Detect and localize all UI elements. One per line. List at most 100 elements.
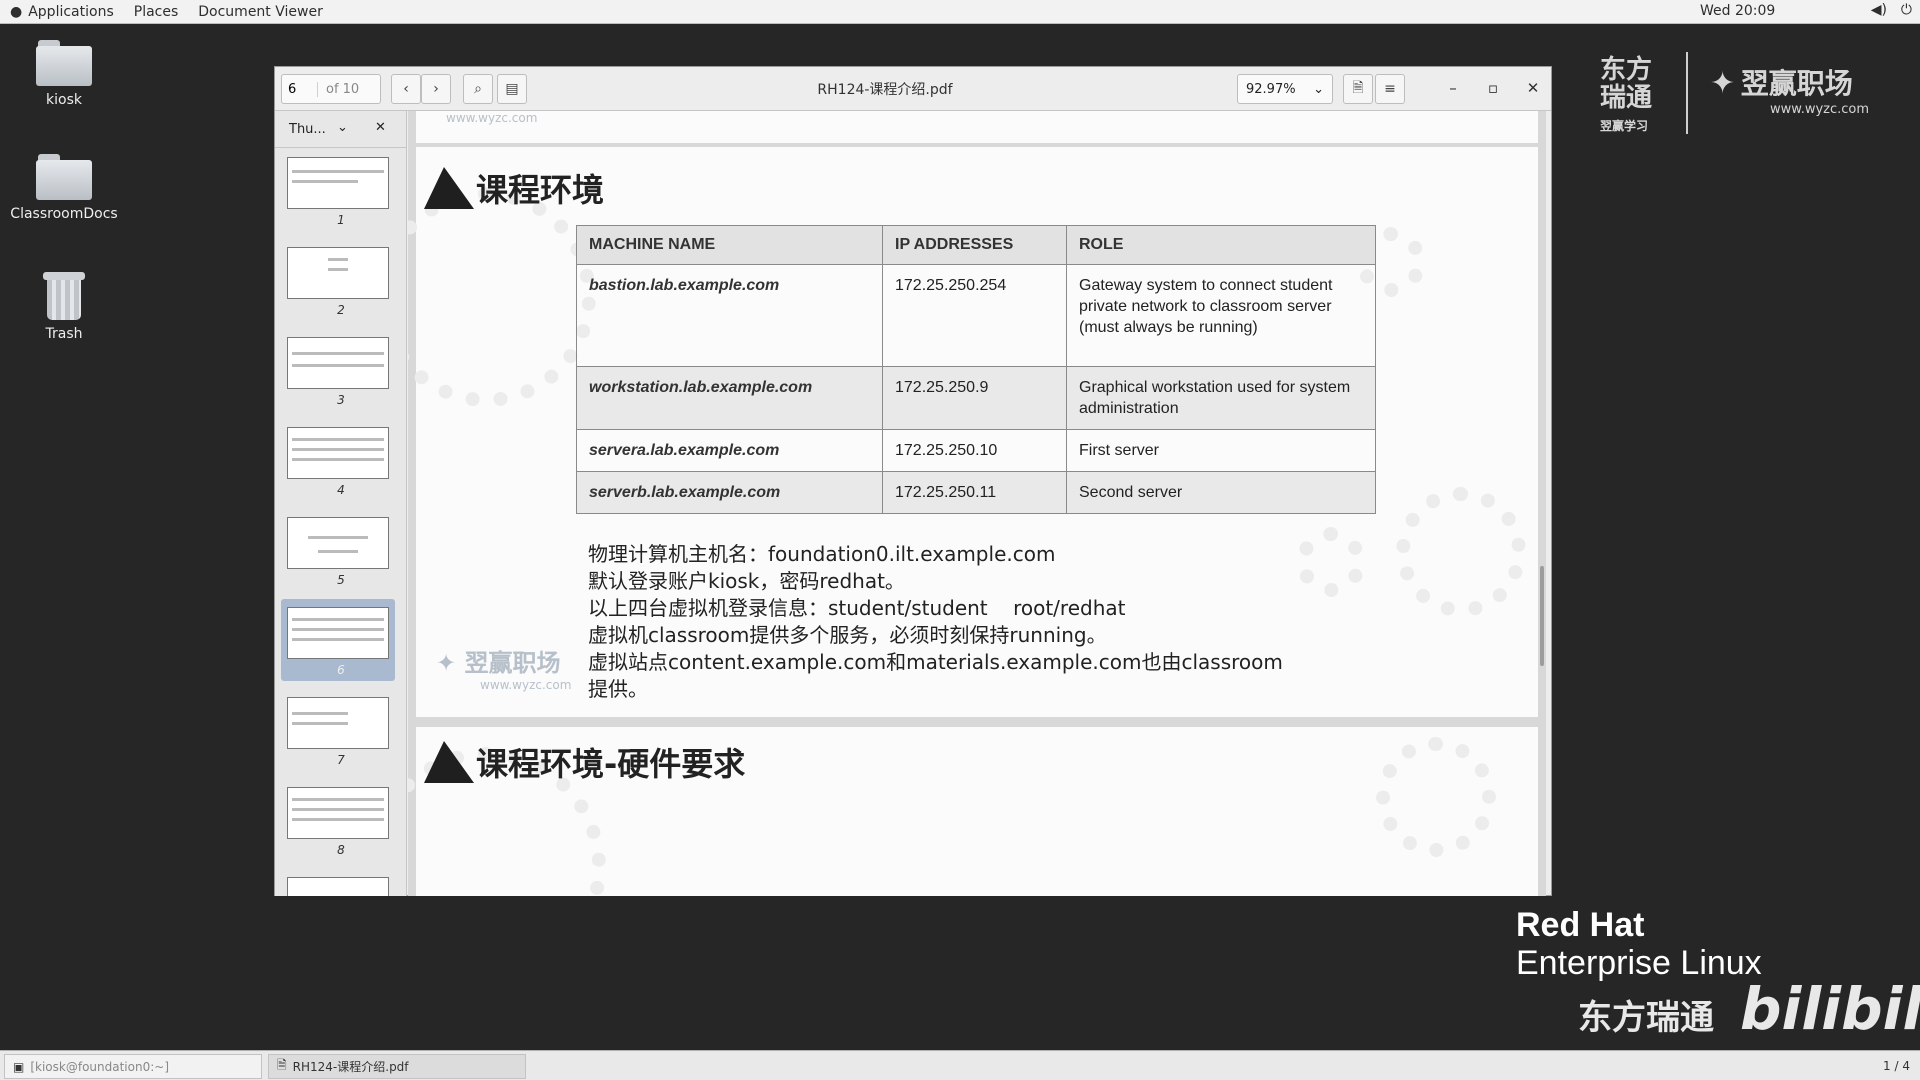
thumbnail-number: 5: [337, 573, 345, 587]
thumbnail-number: 3: [337, 393, 345, 407]
dongfang-watermark: 东方瑞通: [1578, 998, 1714, 1038]
page-watermark: www.wyzc.com: [446, 111, 537, 125]
clock[interactable]: Wed 20:09: [1700, 3, 1775, 19]
page-thumbnail[interactable]: [287, 787, 389, 839]
redhat-brand: Red Hat Enterprise Linux: [1516, 906, 1762, 982]
pdf-page-6: 课程环境 MACHINE NAME IP ADDRESSES ROLE bast…: [408, 147, 1538, 717]
role-cell: First server: [1066, 429, 1376, 472]
system-tray[interactable]: ◀) ⏻: [1871, 2, 1912, 18]
machine-name-cell: workstation.lab.example.com: [576, 366, 883, 430]
document-icon: 🗎: [277, 1058, 287, 1072]
maximize-button[interactable]: ▫: [1483, 79, 1503, 97]
page-thumbnail[interactable]: [287, 247, 389, 299]
workspace-indicator[interactable]: 1 / 4: [1883, 1059, 1910, 1073]
decorative-flower: [408, 187, 596, 407]
power-icon[interactable]: ⏻: [1901, 2, 1912, 18]
chevron-down-icon: ⌄: [1313, 81, 1324, 97]
table-header-row: MACHINE NAME IP ADDRESSES ROLE: [576, 225, 1376, 265]
ip-cell: 172.25.250.254: [882, 264, 1067, 367]
task-terminal[interactable]: ▣ [kiosk@foundation0:~]: [4, 1054, 262, 1079]
column-header: ROLE: [1066, 225, 1376, 265]
column-header: IP ADDRESSES: [882, 225, 1067, 265]
chevron-down-icon[interactable]: ⌄: [337, 120, 348, 135]
dongfang-logo: 东方 瑞通 翌赢学习: [1600, 56, 1652, 140]
minimize-button[interactable]: –: [1443, 79, 1463, 97]
menu-button[interactable]: ≡: [1375, 74, 1405, 104]
find-button[interactable]: ⌕: [463, 74, 493, 104]
page-selector: of 10: [281, 74, 381, 104]
sidebar-icon: ▤: [505, 81, 519, 97]
decorative-flower: [1296, 527, 1366, 597]
page-number-input[interactable]: [282, 81, 318, 97]
watermark-url: www.wyzc.com: [446, 111, 538, 125]
window-title: RH124-课程介绍.pdf: [817, 82, 953, 98]
volume-icon[interactable]: ◀): [1871, 2, 1887, 18]
bottom-taskbar: ▣ [kiosk@foundation0:~] 🗎 RH124-课程介绍.pdf…: [0, 1050, 1920, 1080]
task-document[interactable]: 🗎 RH124-课程介绍.pdf: [268, 1054, 526, 1079]
close-icon: ✕: [1526, 79, 1540, 97]
slide-notes: 物理计算机主机名：foundation0.ilt.example.com 默认登…: [588, 541, 1283, 703]
page-thumbnail[interactable]: [287, 427, 389, 479]
page-thumbnail[interactable]: [287, 697, 389, 749]
hamburger-icon: ≡: [1384, 81, 1396, 97]
note-line: 以上四台虚拟机登录信息：student/student root/redhat: [588, 596, 1126, 620]
page-thumbnail[interactable]: [287, 517, 389, 569]
wyzc-url: www.wyzc.com: [1770, 102, 1870, 117]
thumbnail-number: 4: [337, 483, 345, 497]
next-slide-title: 课程环境-硬件要求: [476, 745, 746, 783]
next-page-button[interactable]: ›: [421, 74, 451, 104]
page-thumbnail[interactable]: [287, 877, 389, 896]
ip-cell: 172.25.250.10: [882, 429, 1067, 472]
wyzc-emblem-icon: ✦: [1710, 66, 1736, 101]
wyzc-name: 翌赢职场: [1740, 67, 1853, 100]
thumbnail-number: 6: [337, 663, 345, 677]
previous-page-fragment: www.wyzc.com: [416, 111, 1538, 143]
places-menu[interactable]: Places: [124, 0, 189, 24]
desktop-icon-classroomdocs[interactable]: ClassroomDocs: [9, 154, 119, 222]
thumbnail-number: 7: [337, 753, 345, 767]
annotate-button[interactable]: 🗎: [1343, 74, 1373, 104]
wyzc-emblem-icon: ✦: [436, 649, 457, 677]
sidebar-divider: [275, 147, 406, 148]
logo-line: 翌赢学习: [1600, 119, 1649, 133]
sidebar-toggle-button[interactable]: ▤: [497, 74, 527, 104]
note-line: 虚拟机classroom提供多个服务，必须时刻保持running。: [588, 623, 1107, 647]
document-view[interactable]: www.wyzc.com 课程环境 MACHINE NAME IP ADDRES…: [408, 111, 1546, 896]
desktop-icon-label: kiosk: [46, 92, 82, 108]
redhat-subtitle: Enterprise Linux: [1516, 944, 1762, 982]
sidebar-header: Thu... ⌄ ✕: [275, 111, 406, 147]
table-row: serverb.lab.example.com 172.25.250.11 Se…: [576, 471, 1376, 514]
terminal-icon: ▣: [13, 1059, 25, 1074]
table-row: bastion.lab.example.com 172.25.250.254 G…: [576, 264, 1376, 367]
column-header: MACHINE NAME: [576, 225, 883, 265]
page-thumbnail[interactable]: [287, 337, 389, 389]
zoom-select[interactable]: 92.97% ⌄: [1237, 74, 1333, 104]
applications-menu[interactable]: ● Applications: [0, 0, 124, 24]
home-folder-icon: [36, 40, 92, 86]
document-viewer-menu[interactable]: Document Viewer: [188, 0, 333, 24]
vertical-scrollbar[interactable]: [1540, 566, 1544, 666]
lab-machines-table: MACHINE NAME IP ADDRESSES ROLE bastion.l…: [576, 225, 1376, 514]
machine-name-cell: servera.lab.example.com: [576, 429, 883, 472]
maximize-icon: ▫: [1487, 79, 1499, 97]
desktop-icon-trash[interactable]: Trash: [9, 272, 119, 342]
wyzc-logo: ✦ 翌赢职场 www.wyzc.com: [1710, 62, 1869, 117]
viewer-toolbar: of 10 ‹ › ⌕ ▤ RH124-课程介绍.pdf 92.97% ⌄ 🗎 …: [275, 67, 1551, 111]
page-watermark: ✦ 翌赢职场 www.wyzc.com: [436, 643, 571, 692]
previous-page-button[interactable]: ‹: [391, 74, 421, 104]
close-sidebar-icon[interactable]: ✕: [375, 120, 386, 135]
close-button[interactable]: ✕: [1523, 79, 1543, 97]
decorative-flower: [1396, 487, 1526, 617]
page-thumbnail-selected[interactable]: [287, 607, 389, 659]
role-cell: Gateway system to connect student privat…: [1066, 264, 1376, 367]
ip-cell: 172.25.250.9: [882, 366, 1067, 430]
desktop-icon-label: ClassroomDocs: [10, 206, 118, 222]
thumbnail-number: 2: [337, 303, 345, 317]
page-thumbnail[interactable]: [287, 157, 389, 209]
desktop-icon-label: Trash: [45, 326, 83, 342]
note-line: 虚拟站点content.example.com和materials.exampl…: [588, 650, 1283, 674]
desktop-icon-kiosk[interactable]: kiosk: [9, 40, 119, 108]
ip-cell: 172.25.250.11: [882, 471, 1067, 514]
sidebar-mode-select[interactable]: Thu...: [289, 122, 326, 137]
thumbnail-number: 8: [337, 843, 345, 857]
